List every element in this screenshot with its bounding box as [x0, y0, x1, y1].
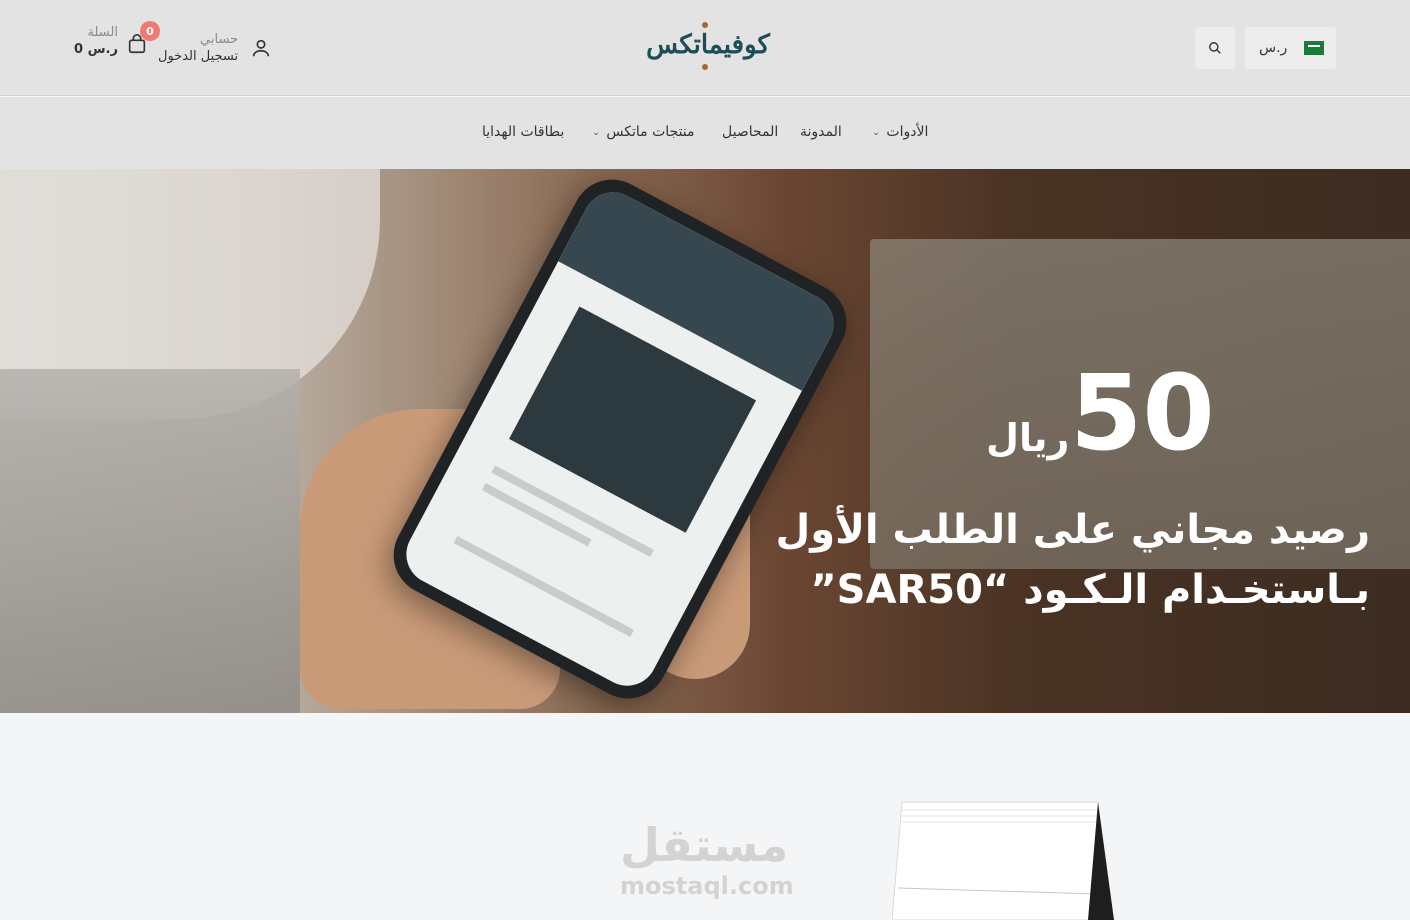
currency-label: ر.س: [1259, 40, 1288, 56]
nav-matex-products[interactable]: ⌄ منتجات ماتكس: [592, 124, 695, 140]
hero-currency-word: ريال: [986, 416, 1070, 460]
chevron-down-icon: ⌄: [592, 126, 601, 138]
nav-blog-label: المدونة: [800, 124, 842, 140]
currency-selector[interactable]: ر.س: [1245, 27, 1336, 69]
logo-text: كوفيماتكس: [646, 30, 770, 60]
hero-headline: رصيد مجاني على الطلب الأول: [775, 507, 1370, 553]
watermark-latin: mostaql.com: [620, 872, 794, 900]
user-icon: [252, 39, 270, 57]
coffee-bag-image: [892, 801, 1114, 920]
logo-dot-top: [702, 22, 708, 28]
site-logo[interactable]: كوفيماتكس: [602, 22, 810, 72]
watermark-arabic: مستقل: [620, 818, 789, 872]
cart-total: 0 ر.س: [74, 42, 118, 57]
hero-code-line: بـاستخـدام الـكـود “SAR50”: [810, 567, 1370, 613]
logo-dot-bottom: [702, 64, 708, 70]
nav-matex-products-label: منتجات ماتكس: [606, 124, 695, 140]
account-label: حسابي: [200, 32, 239, 47]
cart-icon-wrap: 0: [126, 21, 160, 57]
nav-crops-label: المحاصيل: [722, 124, 779, 140]
cart-text: السلة 0 ر.س: [74, 24, 118, 58]
cart-button[interactable]: السلة 0 ر.س 0: [74, 21, 160, 58]
main-nav: بطاقات الهدايا ⌄ منتجات ماتكس المحاصيل ا…: [0, 97, 1410, 169]
cart-label: السلة: [87, 25, 118, 40]
hero-bg-arm: [0, 369, 300, 713]
nav-gift-cards-label: بطاقات الهدايا: [482, 124, 565, 140]
chevron-down-icon: ⌄: [872, 126, 881, 138]
saudi-flag-icon: [1304, 41, 1324, 55]
nav-crops[interactable]: المحاصيل: [722, 124, 778, 140]
nav-blog[interactable]: المدونة: [800, 124, 842, 140]
account-text: حسابي تسجيل الدخول: [158, 31, 238, 65]
hero-banner[interactable]: 50 ريال رصيد مجاني على الطلب الأول بـاست…: [0, 169, 1410, 713]
nav-tools-label: الأدوات: [886, 124, 929, 140]
nav-gift-cards[interactable]: بطاقات الهدايا: [482, 124, 564, 140]
search-icon: [1209, 42, 1221, 54]
top-header: السلة 0 ر.س 0 حسابي تسجيل الدخول كوفيمات…: [0, 0, 1410, 96]
hero-amount: 50: [1070, 352, 1215, 474]
nav-tools[interactable]: ⌄ الأدوات: [872, 124, 928, 140]
cart-count-badge: 0: [139, 21, 160, 41]
account-login-link[interactable]: حسابي تسجيل الدخول: [158, 30, 272, 66]
phone-screen-line: [453, 536, 635, 637]
search-button[interactable]: [1195, 27, 1235, 69]
login-label: تسجيل الدخول: [158, 49, 239, 64]
